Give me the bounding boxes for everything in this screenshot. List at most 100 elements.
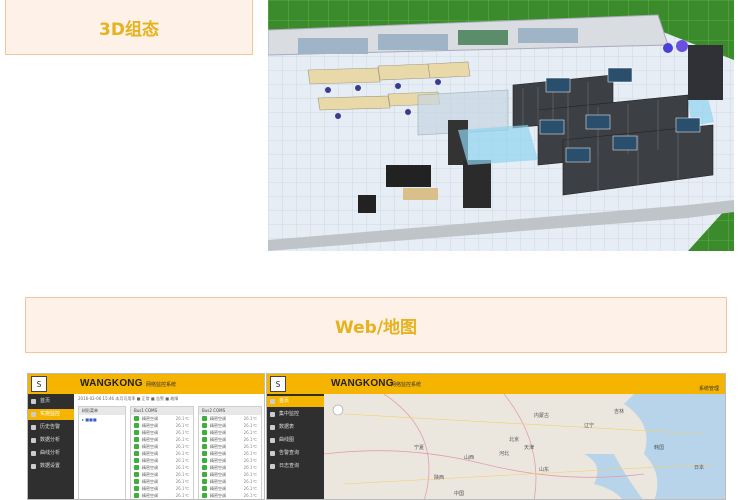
device-row[interactable]: 精密空调 26.1℃	[199, 457, 261, 464]
device-value: 26.1℃	[175, 430, 189, 435]
device-name: 精密空调	[142, 423, 158, 428]
left-sidebar-item-4[interactable]: 曲线分析	[28, 448, 74, 459]
device-status-icon	[134, 437, 139, 442]
device-status-icon	[134, 493, 139, 498]
left-sidebar-item-label: 数据设置	[40, 463, 61, 469]
left-sidebar-item-label: 曲线分析	[40, 450, 61, 456]
device-status-icon	[202, 451, 207, 456]
device-value: 26.1℃	[175, 479, 189, 484]
device-status-icon	[202, 465, 207, 470]
device-row[interactable]: 精密空调 26.1℃	[131, 478, 193, 485]
device-row[interactable]: 精密空调 26.1℃	[131, 429, 193, 436]
right-sidebar-item-icon	[270, 412, 275, 417]
tree-node[interactable]: ▸ ■■■	[79, 415, 125, 424]
map-screenshot: S WANGKONG 网络监控系统 系统管理 首页 集中监控 数据表 曲线图 告警查询日…	[266, 373, 726, 500]
device-row[interactable]: 精密空调 26.1℃	[199, 464, 261, 471]
right-sidebar-item-icon	[270, 425, 275, 430]
device-name: 精密空调	[210, 493, 226, 498]
map-place-label: 河北	[499, 451, 510, 457]
device-status-icon	[134, 465, 139, 470]
device-status-icon	[202, 430, 207, 435]
right-brand-sub: 网络监控系统	[391, 382, 422, 388]
device-value: 26.1℃	[175, 444, 189, 449]
device-status-icon	[134, 458, 139, 463]
device-row[interactable]: 精密空调 26.1℃	[199, 443, 261, 450]
right-sidebar-item-1[interactable]: 集中监控	[267, 409, 324, 420]
device-row[interactable]: 精密空调 26.1℃	[131, 422, 193, 429]
right-sidebar-item-3[interactable]: 曲线图	[267, 435, 324, 446]
right-sidebar-item-4[interactable]: 告警查询	[267, 448, 324, 459]
device-row[interactable]: 精密空调 26.1℃	[199, 485, 261, 492]
device-value: 26.1℃	[243, 479, 257, 484]
device-row[interactable]: 精密空调 26.1℃	[199, 450, 261, 457]
left-sidebar-item-icon	[31, 412, 36, 417]
left-sidebar-item-icon	[31, 425, 36, 430]
left-sidebar-item-0[interactable]: 首页	[28, 396, 74, 407]
device-value: 26.1℃	[175, 458, 189, 463]
left-sidebar-item-5[interactable]: 数据设置	[28, 461, 74, 472]
left-logo: S	[31, 376, 47, 392]
device-value: 26.1℃	[175, 472, 189, 477]
device-name: 精密空调	[142, 451, 158, 456]
device-row[interactable]: 精密空调 26.1℃	[199, 436, 261, 443]
device-value: 26.1℃	[243, 451, 257, 456]
left-toolbar: 2016-02-06 15:46 本月可用率 ■ 正常 ■ 告警 ■ 故障	[78, 396, 179, 401]
device-row[interactable]: 精密空调 26.1℃	[131, 436, 193, 443]
device-status-icon	[134, 416, 139, 421]
right-sidebar-item-0[interactable]: 首页	[267, 396, 324, 407]
map-view[interactable]: 内蒙古 北京 天津 河北 山西 宁夏 陕西 山东 中国 辽宁 吉林 韩国 日本	[324, 394, 725, 499]
device-value: 26.1℃	[243, 486, 257, 491]
right-sidebar-item-icon	[270, 451, 275, 456]
device-name: 精密空调	[142, 472, 158, 477]
device-name: 精密空调	[210, 479, 226, 484]
device-row[interactable]: 精密空调 26.1℃	[131, 471, 193, 478]
device-row[interactable]: 精密空调 26.1℃	[199, 492, 261, 499]
device-status-icon	[202, 416, 207, 421]
device-name: 精密空调	[210, 472, 226, 477]
device-row[interactable]: 精密空调 26.1℃	[131, 443, 193, 450]
map-place-label: 陕西	[434, 475, 445, 481]
device-value: 26.1℃	[175, 486, 189, 491]
device-row[interactable]: 精密空调 26.1℃	[199, 429, 261, 436]
device-value: 26.1℃	[243, 444, 257, 449]
device-name: 精密空调	[142, 444, 158, 449]
right-sidebar-item-icon	[270, 399, 275, 404]
left-sidebar-item-1[interactable]: 实施监控	[28, 409, 74, 420]
device-value: 26.1℃	[243, 458, 257, 463]
right-sidebar-item-5[interactable]: 日志查询	[267, 461, 324, 472]
left-sidebar-item-2[interactable]: 历史告警	[28, 422, 74, 433]
device-row[interactable]: 精密空调 26.1℃	[131, 457, 193, 464]
device-row[interactable]: 精密空调 26.1℃	[199, 471, 261, 478]
map-place-label: 韩国	[654, 445, 665, 451]
device-name: 精密空调	[210, 486, 226, 491]
device-status-icon	[202, 479, 207, 484]
device-panel: Bus1 COMS 精密空调 26.1℃ 精密空调 26.1℃ 精密空调 26.1℃ 精密空调…	[130, 406, 194, 499]
device-value: 26.1℃	[175, 437, 189, 442]
device-value: 26.1℃	[243, 493, 257, 498]
right-sidebar-item-icon	[270, 438, 275, 443]
device-row[interactable]: 精密空调 26.1℃	[131, 464, 193, 471]
device-row[interactable]: 精密空调 26.1℃	[131, 485, 193, 492]
right-sidebar-item-2[interactable]: 数据表	[267, 422, 324, 433]
device-row[interactable]: 精密空调 26.1℃	[199, 478, 261, 485]
device-status-icon	[134, 472, 139, 477]
device-row[interactable]: 精密空调 26.1℃	[199, 415, 261, 422]
device-row[interactable]: 精密空调 26.1℃	[131, 415, 193, 422]
device-status-icon	[134, 430, 139, 435]
device-row[interactable]: 精密空调 26.1℃	[131, 450, 193, 457]
device-row[interactable]: 精密空调 26.1℃	[199, 422, 261, 429]
device-status-icon	[202, 493, 207, 498]
device-name: 精密空调	[142, 437, 158, 442]
right-sidebar-item-label: 集中监控	[279, 411, 300, 417]
device-name: 精密空调	[142, 493, 158, 498]
user-menu[interactable]: 系统管理	[699, 385, 719, 392]
right-brand: WANGKONG	[331, 378, 394, 389]
right-sidebar-item-label: 曲线图	[279, 437, 295, 443]
device-row[interactable]: 精密空调 26.1℃	[131, 492, 193, 499]
device-status-icon	[202, 423, 207, 428]
map-place-label: 日本	[694, 465, 705, 471]
left-sidebar-item-label: 历史告警	[40, 424, 61, 430]
device-name: 精密空调	[142, 465, 158, 470]
left-sidebar-item-3[interactable]: 数据分析	[28, 435, 74, 446]
device-status-icon	[134, 479, 139, 484]
